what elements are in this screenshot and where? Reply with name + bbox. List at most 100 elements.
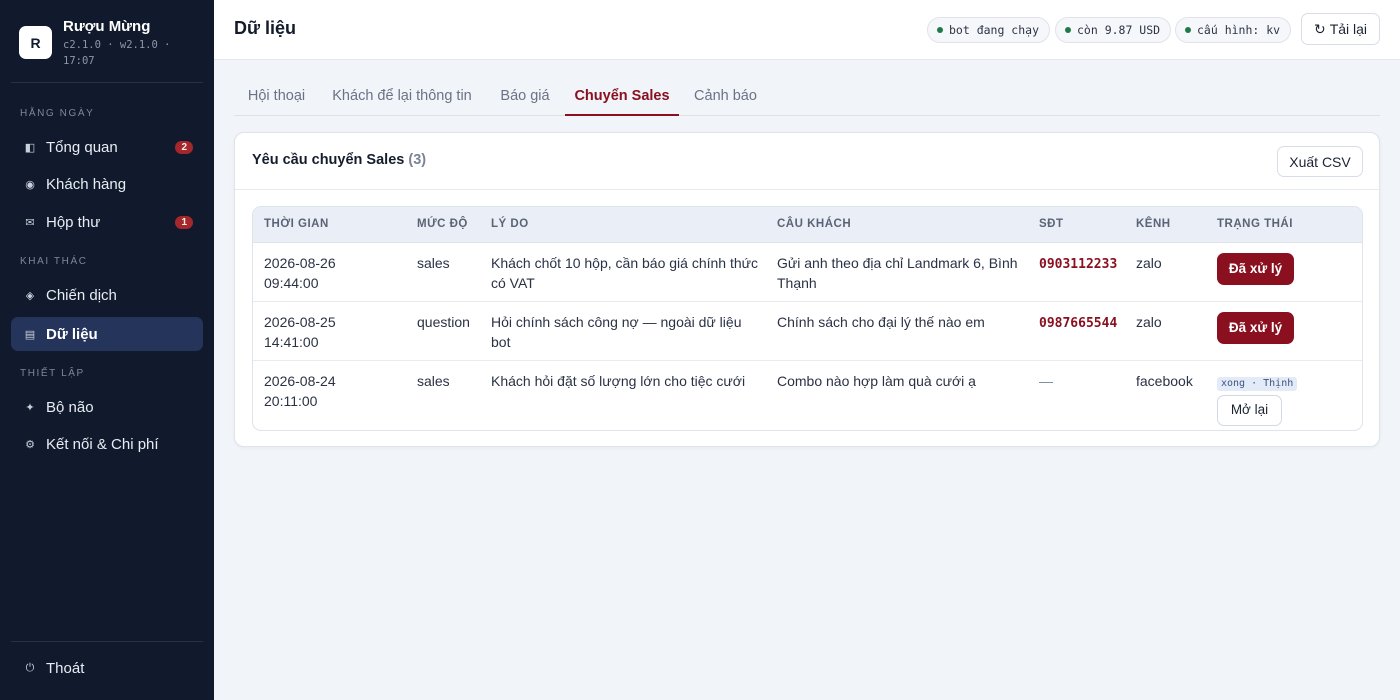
sidebar-item-campaigns[interactable]: ◈ Chiến dịch <box>11 278 203 312</box>
requests-table: THỜI GIAN MỨC ĐỘ LÝ DO CÂU KHÁCH SĐT KÊN… <box>252 206 1363 431</box>
sidebar-item-inbox[interactable]: ✉ Hộp thư 1 <box>11 205 203 239</box>
page-title: Dữ liệu <box>234 18 297 38</box>
campaign-icon: ◈ <box>25 289 35 302</box>
table-header-row: THỜI GIAN MỨC ĐỘ LÝ DO CÂU KHÁCH SĐT KÊN… <box>253 207 1362 243</box>
status-dot-icon <box>1185 27 1191 33</box>
phone-empty: — <box>1039 372 1053 389</box>
sidebar-item-label: Kết nối & Chi phí <box>46 435 159 453</box>
cell-date: 2026-08-26 <box>264 254 336 271</box>
cell-status: Đã xử lý <box>1206 301 1362 361</box>
cell-level: sales <box>417 372 450 389</box>
logout-label: Thoát <box>46 659 85 677</box>
cell-channel: zalo <box>1125 301 1206 361</box>
cell-message: Gửi anh theo địa chỉ Landmark 6, Bình Th… <box>766 242 1028 302</box>
data-icon: ▤ <box>24 328 36 341</box>
tab-leads[interactable]: Khách để lại thông tin <box>326 81 478 116</box>
cell-reason: Hỏi chính sách công nợ — ngoài dữ liệu b… <box>480 301 766 361</box>
section-label-exploit: KHAI THÁC <box>20 256 88 267</box>
count-badge: 1 <box>175 215 193 229</box>
card-count: (3) <box>408 152 427 168</box>
sidebar-item-label: Dữ liệu <box>46 325 98 343</box>
card-title-text: Yêu cầu chuyển Sales <box>252 152 405 168</box>
done-by-tag: xong · Thịnh <box>1217 376 1298 391</box>
dashboard-icon: ◧ <box>24 141 36 154</box>
status-dot-icon <box>937 27 943 33</box>
sidebar-item-customers[interactable]: ◉ Khách hàng <box>11 167 203 201</box>
sidebar-item-data[interactable]: ▤ Dữ liệu <box>11 317 203 351</box>
export-csv-button[interactable]: Xuất CSV <box>1277 146 1363 177</box>
sidebar-item-label: Hộp thư <box>46 213 101 231</box>
sidebar-item-brain[interactable]: ✦ Bộ não <box>11 390 203 424</box>
column-header-channel: KÊNH <box>1125 207 1206 243</box>
cell-channel: facebook <box>1136 372 1193 389</box>
sidebar-divider <box>11 641 203 642</box>
top-header: Dữ liệu bot đang chạy còn 9.87 USD cấu h… <box>214 0 1400 60</box>
column-header-level: MỨC ĐỘ <box>406 207 480 243</box>
sidebar-item-label: Tổng quan <box>46 138 118 156</box>
sidebar-item-label: Chiến dịch <box>46 286 117 304</box>
column-header-reason: LÝ DO <box>480 207 766 243</box>
power-icon: ⏻ <box>25 661 35 674</box>
card-title: Yêu cầu chuyển Sales (3) <box>252 152 426 168</box>
reload-button[interactable]: ↻ Tải lại <box>1301 13 1380 45</box>
status-badge-balance: còn 9.87 USD <box>1055 17 1172 43</box>
cell-phone[interactable]: 0987665544 <box>1028 301 1125 361</box>
cell-level: question <box>406 301 480 361</box>
cell-phone: — <box>1028 360 1125 430</box>
status-text: còn 9.87 USD <box>1077 23 1161 37</box>
cell-reason: Khách chốt 10 hộp, cần báo giá chính thứ… <box>480 242 766 302</box>
cell-clock: 20:11:00 <box>264 392 318 409</box>
column-header-time: THỜI GIAN <box>253 207 406 243</box>
sidebar-item-overview[interactable]: ◧ Tổng quan 2 <box>11 130 203 164</box>
cell-date: 2026-08-24 <box>264 372 336 389</box>
status-text: cấu hình: kv <box>1197 23 1281 37</box>
status-text: bot đang chạy <box>949 23 1040 37</box>
mail-icon: ✉ <box>25 216 35 229</box>
cell-time: 2026-08-24 20:11:00 <box>253 360 406 430</box>
phone-number[interactable]: 0987665544 <box>1039 316 1117 331</box>
tab-quotes[interactable]: Báo giá <box>492 81 558 116</box>
sidebar-item-label: Khách hàng <box>46 175 127 193</box>
phone-number[interactable]: 0903112233 <box>1039 257 1117 272</box>
cell-clock: 09:44:00 <box>264 274 319 291</box>
sidebar-item-label: Bộ não <box>46 398 94 416</box>
logout-button[interactable]: ⏻ Thoát <box>11 651 203 685</box>
status-badge-config: cấu hình: kv <box>1175 17 1292 43</box>
cell-reason: Khách hỏi đặt số lượng lớn cho tiệc cưới <box>491 372 746 389</box>
section-label-settings: THIẾT LẬP <box>20 368 85 379</box>
section-label-daily: HẰNG NGÀY <box>20 108 95 119</box>
column-header-phone: SĐT <box>1028 207 1125 243</box>
cell-status: xong · Thịnh Mở lại <box>1206 360 1362 430</box>
sidebar: R Rượu Mừng c2.1.0 · w2.1.0 · 17:07 HẰNG… <box>0 0 214 700</box>
cell-message: Combo nào hợp làm quà cưới ạ <box>777 372 976 389</box>
brand-logo: R <box>19 26 52 59</box>
cell-clock: 14:41:00 <box>264 333 319 350</box>
cell-level: sales <box>406 242 480 302</box>
cell-phone[interactable]: 0903112233 <box>1028 242 1125 302</box>
card-header: Yêu cầu chuyển Sales (3) Xuất CSV <box>235 133 1379 190</box>
brand: R Rượu Mừng c2.1.0 · w2.1.0 · 17:07 <box>19 18 183 69</box>
tab-conversations[interactable]: Hội thoại <box>234 81 319 116</box>
cell-time: 2026-08-25 14:41:00 <box>253 301 406 361</box>
cell-message: Chính sách cho đại lý thế nào em <box>766 301 1028 361</box>
tab-sales-handoff[interactable]: Chuyển Sales <box>565 81 679 116</box>
reopen-button[interactable]: Mở lại <box>1217 394 1282 426</box>
status-dot-icon <box>1065 27 1071 33</box>
cell-time: 2026-08-26 09:44:00 <box>253 242 406 302</box>
mark-done-button[interactable]: Đã xử lý <box>1217 252 1294 285</box>
settings-icon: ⚙ <box>25 438 35 451</box>
brand-name: Rượu Mừng <box>63 18 151 35</box>
tab-alerts[interactable]: Cảnh báo <box>688 81 763 116</box>
reload-label: Tải lại <box>1329 21 1368 37</box>
count-badge: 2 <box>175 140 193 154</box>
brain-icon: ✦ <box>25 401 35 414</box>
sidebar-item-connections[interactable]: ⚙ Kết nối & Chi phí <box>11 427 203 461</box>
cell-date: 2026-08-25 <box>264 313 336 330</box>
column-header-message: CÂU KHÁCH <box>766 207 1028 243</box>
sidebar-divider <box>11 82 203 83</box>
table-row: 2026-08-25 14:41:00 question Hỏi chính sá… <box>253 301 1362 361</box>
mark-done-button[interactable]: Đã xử lý <box>1217 311 1294 344</box>
table-row: 2026-08-24 20:11:00 sales Khách hỏi đặt s… <box>253 360 1362 430</box>
data-tabs: Hội thoại Khách để lại thông tin Báo giá… <box>234 81 1380 116</box>
table-row: 2026-08-26 09:44:00 sales Khách chốt 10 h… <box>253 242 1362 302</box>
